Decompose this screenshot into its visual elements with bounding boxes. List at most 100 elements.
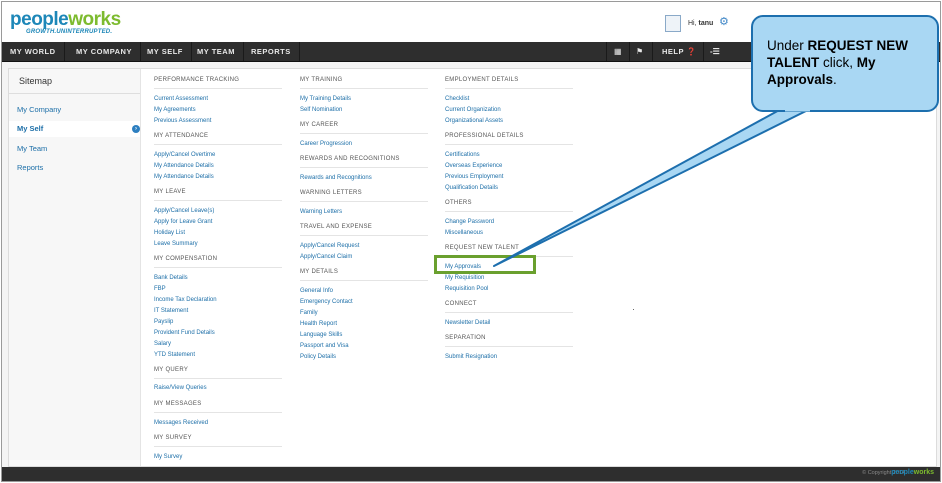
avatar[interactable] — [665, 15, 681, 32]
divider — [300, 133, 428, 134]
link[interactable]: YTD Statement — [154, 352, 195, 358]
footer-logo: peopleworks — [891, 469, 934, 476]
link[interactable]: Income Tax Declaration — [154, 297, 217, 303]
link[interactable]: Messages Received — [154, 420, 208, 426]
link[interactable]: General Info — [300, 288, 333, 294]
section-title: REWARDS AND RECOGNITIONS — [300, 156, 400, 162]
link[interactable]: Health Report — [300, 321, 337, 327]
link[interactable]: Certifications — [445, 152, 480, 158]
link[interactable]: Apply for Leave Grant — [154, 219, 212, 225]
help-button[interactable]: HELP ❓ — [662, 42, 696, 61]
link[interactable]: Leave Summary — [154, 241, 198, 247]
link[interactable]: Raise/View Queries — [154, 385, 207, 391]
link[interactable]: Newsletter Detail — [445, 320, 490, 326]
link[interactable]: My Attendance Details — [154, 174, 214, 180]
nav-reports[interactable]: REPORTS — [243, 42, 300, 61]
link[interactable]: Previous Assessment — [154, 118, 211, 124]
link[interactable]: Apply/Cancel Claim — [300, 254, 352, 260]
link[interactable]: Submit Resignation — [445, 354, 497, 360]
divider — [445, 88, 573, 89]
sidebar-item-my-self[interactable]: My Self › — [9, 121, 140, 137]
link[interactable]: Previous Employment — [445, 174, 503, 180]
link[interactable]: Self Nomination — [300, 107, 342, 113]
link[interactable]: Career Progression — [300, 141, 352, 147]
divider — [300, 88, 428, 89]
help-label: HELP — [662, 47, 684, 56]
section-title: MY TRAINING — [300, 77, 343, 83]
nav-my-team[interactable]: MY TEAM — [189, 42, 244, 61]
logo-tagline: GROWTH.UNINTERRUPTED. — [26, 29, 113, 35]
section-title: MY SURVEY — [154, 435, 192, 441]
sidebar-item-my-company[interactable]: My Company — [17, 105, 61, 114]
link[interactable]: Bank Details — [154, 275, 188, 281]
link[interactable]: Salary — [154, 341, 171, 347]
link[interactable]: Payslip — [154, 319, 173, 325]
section-title: MY CAREER — [300, 122, 339, 128]
link[interactable]: Rewards and Recognitions — [300, 175, 372, 181]
link[interactable]: IT Statement — [154, 308, 188, 314]
link[interactable]: Emergency Contact — [300, 299, 353, 305]
link[interactable]: Apply/Cancel Overtime — [154, 152, 215, 158]
sidebar: Sitemap My Company My Self › My Team Rep… — [9, 69, 141, 466]
link[interactable]: Requisition Pool — [445, 286, 488, 292]
link[interactable]: My Attendance Details — [154, 163, 214, 169]
nav-divider — [606, 42, 607, 61]
logo[interactable]: peopleworks GROWTH.UNINTERRUPTED. — [10, 10, 121, 35]
link[interactable]: Organizational Assets — [445, 118, 503, 124]
menu-icon[interactable]: -☰ — [710, 42, 720, 61]
sidebar-item-my-team[interactable]: My Team — [17, 144, 47, 153]
link[interactable]: FBP — [154, 286, 166, 292]
divider — [445, 144, 573, 145]
gear-icon[interactable]: ⚙ — [719, 15, 729, 28]
link[interactable]: My Agreements — [154, 107, 196, 113]
link[interactable]: Apply/Cancel Request — [300, 243, 359, 249]
divider — [445, 346, 573, 347]
divider — [154, 144, 282, 145]
divider — [300, 201, 428, 202]
link[interactable]: Checklist — [445, 96, 469, 102]
instruction-callout: Under REQUEST NEW TALENT click, My Appro… — [751, 15, 939, 112]
link[interactable]: Language Skills — [300, 332, 342, 338]
link[interactable]: Holiday List — [154, 230, 185, 236]
link[interactable]: Miscellaneous — [445, 230, 483, 236]
section-title: WARNING LETTERS — [300, 190, 362, 196]
help-icon: ❓ — [686, 47, 697, 56]
divider — [445, 312, 573, 313]
nav-divider — [629, 42, 630, 61]
link[interactable]: My Survey — [154, 454, 182, 460]
section-title: TRAVEL AND EXPENSE — [300, 224, 373, 230]
link[interactable]: Apply/Cancel Leave(s) — [154, 208, 214, 214]
section-title: REQUEST NEW TALENT — [445, 245, 520, 251]
greeting: Hi, tanu — [688, 20, 714, 27]
sidebar-title: Sitemap — [19, 76, 53, 86]
divider — [154, 200, 282, 201]
nav-my-world[interactable]: MY WORLD — [2, 42, 65, 61]
nav-divider — [652, 42, 653, 61]
section-title: MY QUERY — [154, 367, 189, 373]
sidebar-item-reports[interactable]: Reports — [17, 163, 43, 172]
section-title: OTHERS — [445, 200, 472, 206]
grid-icon[interactable]: ▦ — [614, 42, 622, 61]
link[interactable]: Provident Fund Details — [154, 330, 215, 336]
nav-my-company[interactable]: MY COMPANY — [68, 42, 141, 61]
link[interactable]: Current Assessment — [154, 96, 208, 102]
section-title: CONNECT — [445, 301, 477, 307]
divider — [154, 446, 282, 447]
section-title: MY LEAVE — [154, 189, 186, 195]
link[interactable]: Change Password — [445, 219, 494, 225]
link[interactable]: My Requisition — [445, 275, 484, 281]
stray-dot — [633, 309, 634, 310]
link[interactable]: My Training Details — [300, 96, 351, 102]
link[interactable]: Passport and Visa — [300, 343, 349, 349]
arrow-right-icon: › — [132, 125, 140, 133]
link[interactable]: Warning Letters — [300, 209, 342, 215]
divider — [300, 280, 428, 281]
flag-icon[interactable]: ⚑ — [636, 42, 643, 61]
nav-my-self[interactable]: MY SELF — [139, 42, 192, 61]
link[interactable]: Overseas Experience — [445, 163, 502, 169]
user-menu[interactable]: Hi, tanu — [665, 15, 713, 32]
link[interactable]: Policy Details — [300, 354, 336, 360]
link[interactable]: Current Organization — [445, 107, 501, 113]
link[interactable]: Family — [300, 310, 318, 316]
link[interactable]: Qualification Details — [445, 185, 498, 191]
